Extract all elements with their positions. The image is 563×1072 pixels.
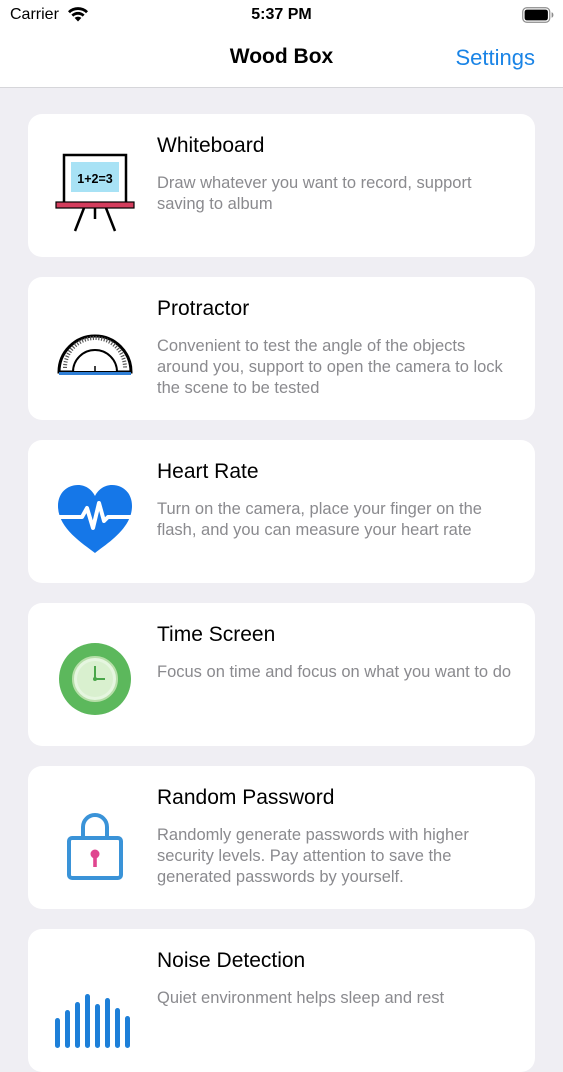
tool-description: Draw whatever you want to record, suppor…: [157, 174, 472, 213]
settings-button[interactable]: Settings: [456, 45, 536, 71]
tool-description: Focus on time and focus on what you want…: [157, 663, 512, 681]
tool-description: Turn on the camera, place your finger on…: [157, 500, 482, 539]
tool-title: Protractor: [157, 297, 250, 320]
tool-title: Random Password: [157, 786, 335, 809]
tool-title: Whiteboard: [157, 134, 265, 157]
navigation-bar: Wood Box Settings: [0, 30, 563, 88]
status-bar: Carrier 5:37 PM: [0, 0, 563, 30]
tool-title: Noise Detection: [157, 949, 306, 972]
tool-title: Time Screen: [157, 623, 276, 646]
status-time: 5:37 PM: [251, 6, 312, 23]
whiteboard-icon: 1+2=3: [55, 153, 135, 232]
tool-description: Randomly generate passwords with higher …: [157, 826, 469, 886]
tool-card-whiteboard[interactable]: 1+2=3 Whiteboard Draw whatever you want …: [28, 114, 535, 257]
whiteboard-icon-text: 1+2=3: [77, 172, 113, 186]
tool-card-protractor[interactable]: Protractor Convenient to test the angle …: [28, 277, 535, 420]
sound-wave-icon: [55, 994, 130, 1048]
tool-description: Convenient to test the angle of the obje…: [157, 337, 503, 397]
heart-rate-icon: [56, 485, 134, 553]
tool-card-time-screen[interactable]: Time Screen Focus on time and focus on w…: [28, 603, 535, 746]
clock-icon: [59, 643, 131, 715]
tool-card-heart-rate[interactable]: Heart Rate Turn on the camera, place you…: [28, 440, 535, 583]
lock-icon: [67, 813, 123, 880]
protractor-icon: [57, 334, 133, 375]
tool-title: Heart Rate: [157, 460, 259, 483]
tool-card-noise-detection[interactable]: Noise Detection Quiet environment helps …: [28, 929, 535, 1072]
tool-card-random-password[interactable]: Random Password Randomly generate passwo…: [28, 766, 535, 909]
tool-description: Quiet environment helps sleep and rest: [157, 989, 445, 1007]
battery-icon: [522, 7, 554, 23]
